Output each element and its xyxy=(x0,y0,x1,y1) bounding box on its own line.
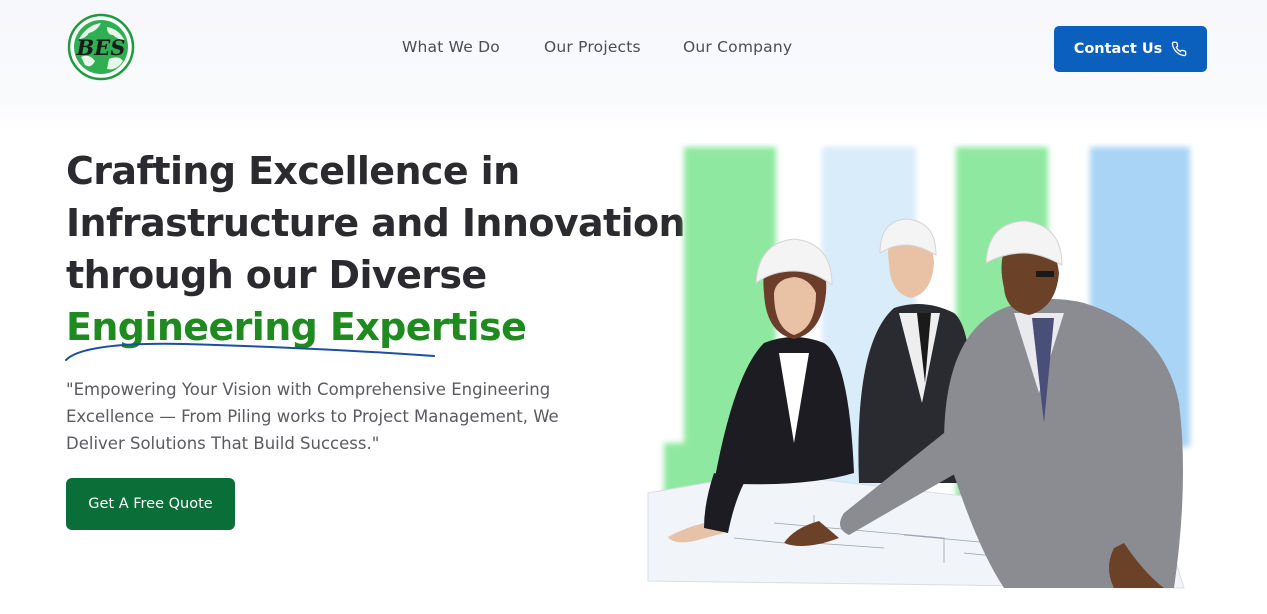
get-free-quote-button[interactable]: Get A Free Quote xyxy=(66,478,235,530)
nav-our-company[interactable]: Our Company xyxy=(683,38,792,56)
nav-what-we-do[interactable]: What We Do xyxy=(402,38,500,56)
hero-subtitle: "Empowering Your Vision with Comprehensi… xyxy=(66,380,559,453)
headline-underline-swoosh xyxy=(65,342,435,361)
phone-icon xyxy=(1171,41,1187,57)
headline-line-1: Crafting Excellence in xyxy=(66,149,520,193)
logo-text: BES xyxy=(76,35,126,60)
hero-headline: Crafting Excellence in Infrastructure an… xyxy=(66,145,686,353)
headline-line-2: Infrastructure and Innovation xyxy=(66,201,686,245)
brand-logo[interactable]: BES xyxy=(67,13,135,81)
header-shadow xyxy=(0,100,1267,130)
nav-our-projects[interactable]: Our Projects xyxy=(544,38,641,56)
headline-line-3: through our Diverse xyxy=(66,253,487,297)
hero-image xyxy=(644,143,1204,593)
contact-us-button[interactable]: Contact Us xyxy=(1054,26,1207,72)
contact-us-label: Contact Us xyxy=(1073,41,1163,57)
